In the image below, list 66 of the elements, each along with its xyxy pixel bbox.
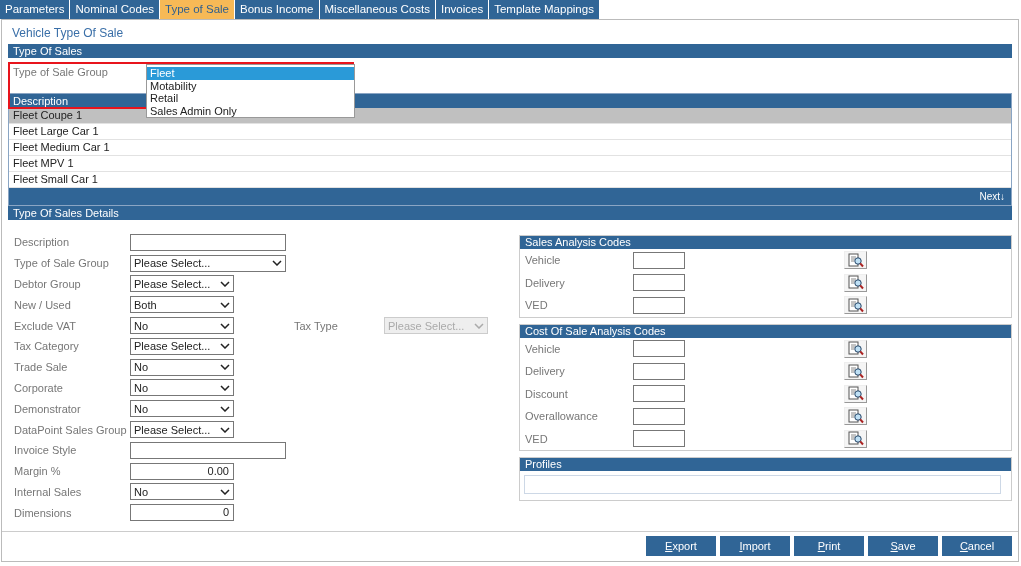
field-label: Description	[14, 236, 71, 249]
field-label: Dimensions	[14, 506, 73, 519]
field-label: Delivery	[525, 276, 566, 289]
select-field[interactable]: No	[130, 358, 234, 376]
next-link[interactable]: Next↓	[979, 191, 1005, 202]
button[interactable]: Print	[794, 536, 864, 556]
field-label: Trade Sale	[14, 361, 69, 374]
table-row[interactable]: Fleet Medium Car 1	[9, 140, 1011, 156]
field-label: Demonstrator	[14, 402, 82, 415]
field-label: Exclude VAT	[14, 319, 77, 332]
select-field[interactable]: Both	[130, 296, 234, 314]
field-label: Corporate	[14, 381, 64, 394]
field-label: Discount	[525, 387, 569, 400]
field-label: Margin %	[14, 465, 62, 478]
table-row[interactable]: Fleet MPV 1	[9, 156, 1011, 172]
section-header: Type Of Sales	[8, 44, 1012, 58]
button[interactable]: Import	[720, 536, 790, 556]
field-label: Delivery	[525, 365, 566, 378]
input-field[interactable]: 0.00	[130, 462, 234, 480]
dropdown-option[interactable]: Retail	[147, 92, 354, 105]
field-label: Overallowance	[525, 410, 599, 423]
tab[interactable]: Parameters	[0, 0, 70, 19]
page-title: Vehicle Type Of Sale	[11, 25, 125, 42]
panel-header: Sales Analysis Codes	[520, 236, 1011, 249]
tab[interactable]: Miscellaneous Costs	[319, 0, 435, 19]
panel-header: Cost Of Sale Analysis Codes	[520, 324, 1011, 338]
panel-header: Profiles	[520, 458, 1011, 471]
select-field[interactable]: No	[130, 317, 234, 335]
field-label: DataPoint Sales Group	[14, 423, 128, 436]
field-label: Vehicle	[525, 342, 562, 355]
field-label: VED	[525, 432, 549, 445]
select-field[interactable]: No	[130, 400, 234, 418]
field-label: Internal Sales	[14, 485, 83, 498]
select-field[interactable]: Please Select...	[130, 337, 234, 355]
field-label: Type of Sale Group	[14, 257, 110, 270]
table-cell: Fleet Coupe 1	[13, 109, 83, 121]
select-field[interactable]: Please Select...	[130, 254, 286, 272]
table-cell: Fleet MPV 1	[13, 157, 74, 169]
select-field[interactable]: No	[130, 379, 234, 397]
field-label: Vehicle	[525, 254, 562, 267]
button[interactable]: Export	[646, 536, 716, 556]
field-label: Tax Category	[14, 340, 80, 353]
field-label: VED	[525, 299, 549, 312]
table-cell: Fleet Small Car 1	[13, 173, 98, 185]
select-field[interactable]: No	[130, 483, 234, 501]
section-header: Type Of Sales Details	[8, 206, 1012, 220]
table-cell: Fleet Large Car 1	[13, 125, 99, 137]
field-label: Type of Sale Group	[13, 66, 108, 78]
tab[interactable]: Type of Sale	[160, 0, 234, 19]
table-row[interactable]: Fleet Large Car 1	[9, 124, 1011, 140]
table-cell: Fleet Medium Car 1	[13, 141, 110, 153]
column-header: Description	[13, 95, 69, 107]
tab[interactable]: Bonus Income	[235, 0, 319, 19]
tab[interactable]: Template Mappings	[489, 0, 599, 19]
tab[interactable]: Nominal Codes	[70, 0, 160, 19]
field-label: Tax Type	[294, 319, 339, 332]
field-label: New / Used	[14, 298, 72, 311]
tab[interactable]: Invoices	[436, 0, 489, 19]
select-field[interactable]: Please Select...	[130, 275, 234, 293]
select-field[interactable]: Please Select...	[130, 421, 234, 439]
input-field[interactable]: 0	[130, 504, 234, 522]
field-label: Debtor Group	[14, 278, 82, 290]
button[interactable]: Save	[868, 536, 938, 556]
button[interactable]: Cancel	[942, 536, 1012, 556]
field-label: Invoice Style	[14, 444, 78, 457]
dropdown-option[interactable]: Motability	[147, 79, 354, 92]
